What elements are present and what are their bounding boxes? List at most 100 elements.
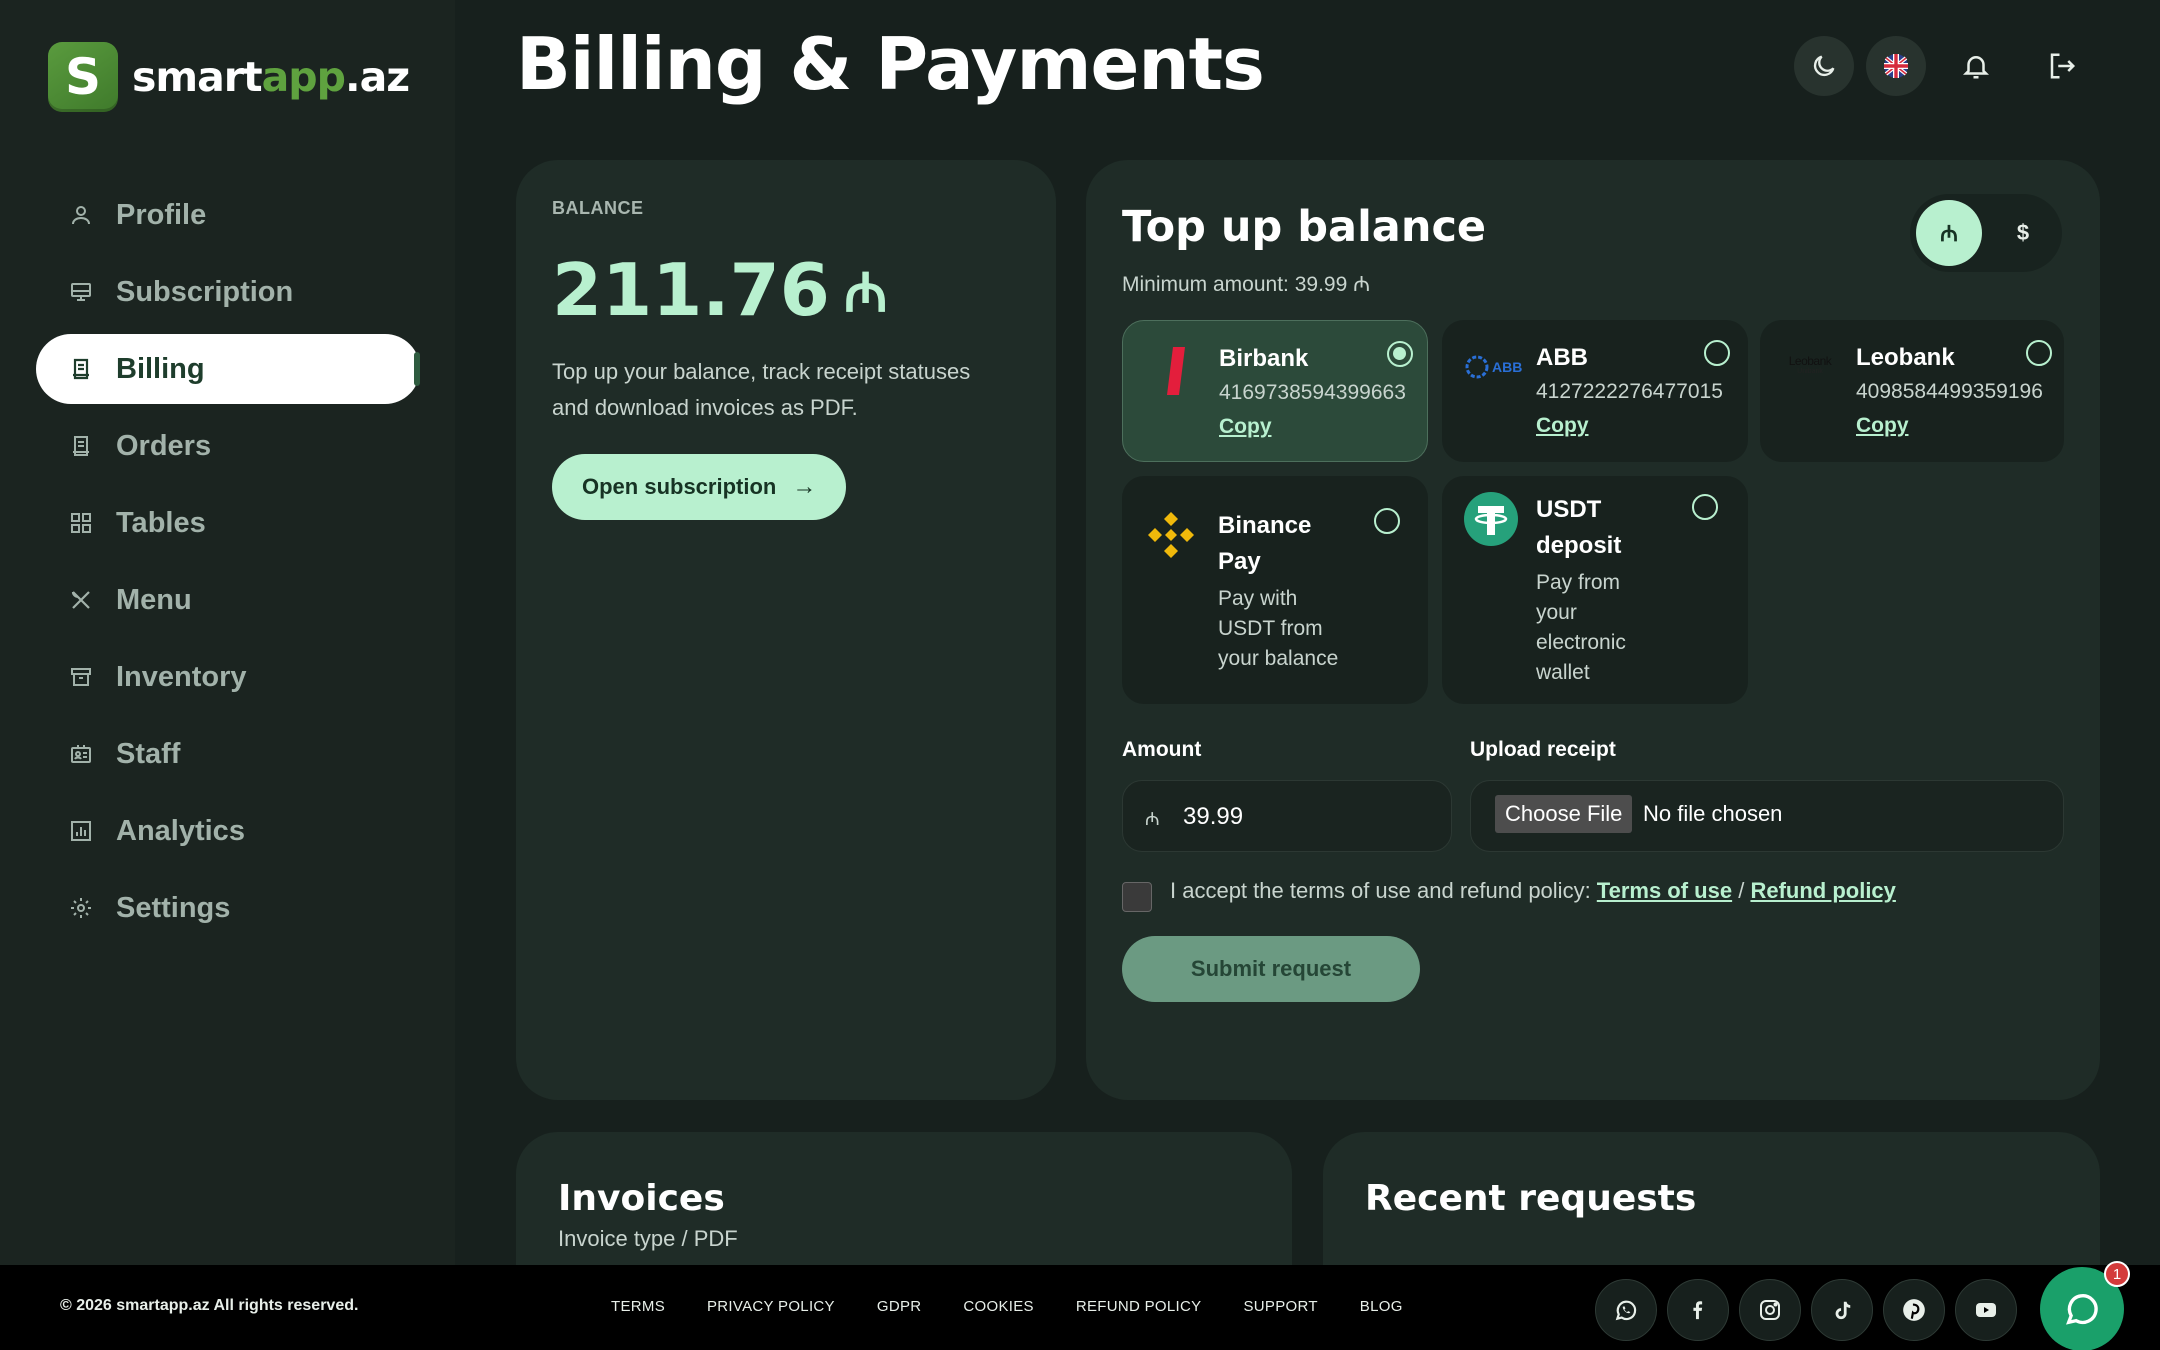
language-button[interactable] [1866,36,1926,96]
logout-icon [2050,53,2076,79]
monitor-icon [66,277,96,307]
whatsapp-button[interactable] [1595,1279,1657,1341]
archive-icon [66,662,96,692]
card-number: 4127222276477015 [1536,380,1723,403]
page-title: Billing & Payments [516,22,1265,106]
open-subscription-label: Open subscription [582,474,777,499]
file-status: No file chosen [1643,801,1783,826]
youtube-button[interactable] [1955,1279,2017,1341]
sidebar-item-subscription[interactable]: Subscription [36,257,420,327]
logout-button[interactable] [2032,36,2092,96]
sidebar-item-analytics[interactable]: Analytics [36,796,420,866]
sidebar: S smartapp.az Profile Subscription Billi… [0,0,455,1265]
sidebar-item-label: Settings [116,891,231,924]
payment-method-birbank[interactable]: Birbank 4169738594399663 Copy [1122,320,1428,462]
facebook-button[interactable] [1667,1279,1729,1341]
sidebar-item-tables[interactable]: Tables [36,488,420,558]
method-name: Binance Pay [1218,512,1312,575]
footer-link-refund[interactable]: REFUND POLICY [1076,1298,1202,1315]
method-name: USDT deposit [1536,496,1622,559]
sidebar-item-orders[interactable]: Orders [36,411,420,481]
sidebar-item-label: Staff [116,737,181,770]
footer-link-privacy[interactable]: PRIVACY POLICY [707,1298,835,1315]
footer-link-terms[interactable]: TERMS [611,1298,665,1315]
open-subscription-button[interactable]: Open subscription → [552,454,847,520]
method-radio[interactable] [1692,494,1718,520]
tether-logo-icon [1464,492,1518,546]
copyright: © 2026 smartapp.az All rights reserved. [60,1297,359,1314]
footer-link-cookies[interactable]: COOKIES [963,1298,1033,1315]
submit-request-button[interactable]: Submit request [1122,936,1420,1002]
footer-links: TERMS PRIVACY POLICY GDPR COOKIES REFUND… [611,1298,1445,1315]
footer-link-support[interactable]: SUPPORT [1243,1298,1317,1315]
refund-policy-link[interactable]: Refund policy [1750,878,1895,903]
logo-text: smartapp.az [132,53,410,101]
footer-link-blog[interactable]: BLOG [1360,1298,1403,1315]
gear-icon [66,893,96,923]
tiktok-button[interactable] [1811,1279,1873,1341]
bell-icon [1962,56,1990,79]
invoices-title: Invoices [558,1178,725,1219]
sidebar-item-inventory[interactable]: Inventory [36,642,420,712]
footer: © 2026 smartapp.az All rights reserved. … [0,1265,2160,1350]
utensils-icon [66,585,96,615]
leobank-logo-icon: Leobank Unibank [1788,354,1832,375]
sidebar-item-billing[interactable]: Billing [36,334,420,404]
terms-text: I accept the terms of use and refund pol… [1170,878,1896,903]
sidebar-item-label: Analytics [116,814,245,847]
method-name: Leobank [1856,344,1955,371]
brand-logo[interactable]: S smartapp.az [48,42,410,112]
balance-description: Top up your balance, track receipt statu… [552,359,971,420]
method-radio[interactable] [1387,341,1413,367]
balance-card: BALANCE 211.76 ₼ Top up your balance, tr… [516,160,1056,1100]
sidebar-item-label: Inventory [116,660,247,693]
facebook-icon [1693,1301,1703,1320]
copy-link[interactable]: Copy [1219,415,1272,439]
user-icon [66,200,96,230]
arrow-right-icon: → [792,473,817,500]
id-card-icon [66,739,96,769]
instagram-icon [1760,1300,1780,1320]
sidebar-item-label: Menu [116,583,192,616]
birbank-logo-icon [1167,347,1185,395]
binance-logo-icon [1148,512,1194,558]
terms-checkbox[interactable] [1122,882,1152,912]
abb-logo-icon: ABB [1464,354,1522,380]
payment-method-usdt[interactable]: USDT deposit Pay from your electronic wa… [1442,476,1748,704]
receipt-file-input[interactable]: Choose File No file chosen [1470,780,2064,852]
copy-link[interactable]: Copy [1536,414,1589,438]
currency-option-usd[interactable]: $ [1990,200,2056,266]
amount-input[interactable]: ₼ 39.99 [1122,780,1452,852]
method-radio[interactable] [1374,508,1400,534]
sidebar-item-profile[interactable]: Profile [36,180,420,250]
currency-option-azn[interactable]: ₼ [1916,200,1982,266]
payment-method-leobank[interactable]: Leobank Unibank Leobank 4098584499359196… [1760,320,2064,462]
card-number: 4098584499359196 [1856,380,2043,403]
method-description: Pay with USDT from your balance [1218,587,1339,670]
footer-link-gdpr[interactable]: GDPR [877,1298,922,1315]
sidebar-nav: Profile Subscription Billing Orders Tabl… [36,180,420,950]
method-radio[interactable] [2026,340,2052,366]
sidebar-item-label: Billing [116,352,205,385]
sidebar-item-menu[interactable]: Menu [36,565,420,635]
logo-mark: S [48,42,118,112]
pinterest-button[interactable] [1883,1279,1945,1341]
payment-method-binance-pay[interactable]: Binance Pay Pay with USDT from your bala… [1122,476,1428,704]
method-description: Pay from your electronic wallet [1536,571,1626,684]
theme-toggle-button[interactable] [1794,36,1854,96]
receipt-icon [66,354,96,384]
copy-link[interactable]: Copy [1856,414,1909,438]
sidebar-item-label: Orders [116,429,212,462]
payment-method-abb[interactable]: ABB ABB 4127222276477015 Copy [1442,320,1748,462]
uk-flag-icon [1884,54,1908,78]
sidebar-item-settings[interactable]: Settings [36,873,420,943]
balance-value: 211.76 [552,248,830,332]
method-radio[interactable] [1704,340,1730,366]
terms-of-use-link[interactable]: Terms of use [1597,878,1732,903]
youtube-icon [1976,1303,1996,1317]
sidebar-item-staff[interactable]: Staff [36,719,420,789]
notifications-button[interactable] [1946,36,2006,96]
choose-file-button[interactable]: Choose File [1495,795,1633,833]
instagram-button[interactable] [1739,1279,1801,1341]
method-name: Birbank [1219,345,1309,372]
